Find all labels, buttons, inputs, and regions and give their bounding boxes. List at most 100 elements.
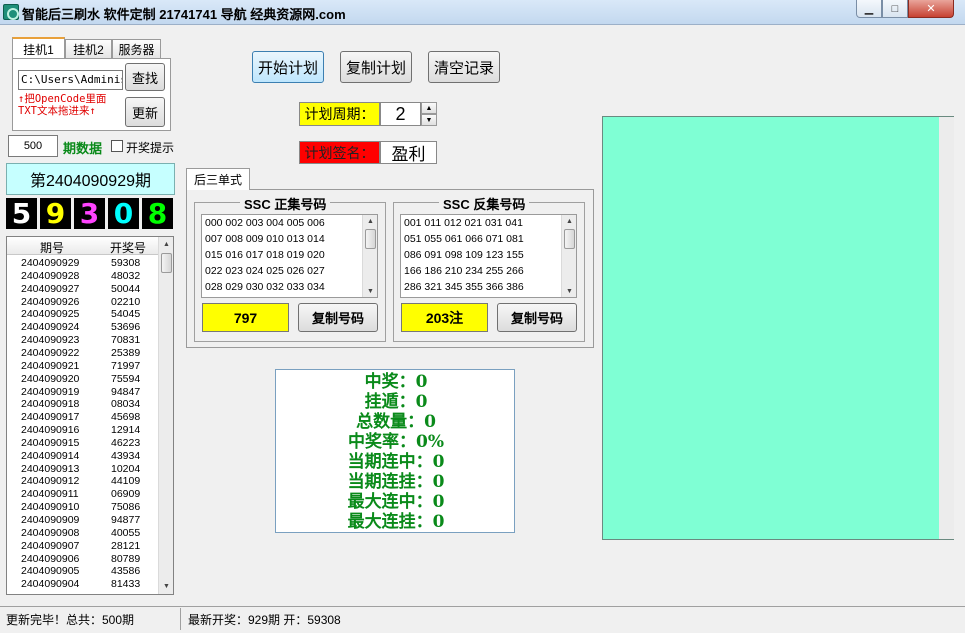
draw-notify-checkbox[interactable]: [111, 140, 123, 152]
period-count-input[interactable]: 500: [8, 135, 58, 157]
tab-hangup-1[interactable]: 挂机1: [12, 37, 65, 59]
history-row[interactable]: 2404090918 08034: [7, 398, 159, 411]
history-row[interactable]: 2404090912 44109: [7, 475, 159, 488]
history-row[interactable]: 2404090911 06909: [7, 488, 159, 501]
tab-server[interactable]: 服务器: [112, 39, 161, 59]
history-number-cell: 02210: [111, 295, 141, 308]
plan-cycle-input[interactable]: 2: [380, 102, 421, 126]
history-row[interactable]: 2404090925 54045: [7, 308, 159, 321]
history-issue-cell: 2404090923: [21, 334, 80, 347]
history-issue-cell: 2404090926: [21, 295, 80, 308]
positive-scrollbar[interactable]: ▲ ▼: [362, 215, 377, 297]
scroll-down-icon[interactable]: ▼: [159, 579, 173, 594]
plan-sign-input[interactable]: 盈利: [380, 141, 437, 164]
copy-positive-button[interactable]: 复制号码: [298, 303, 378, 332]
history-row[interactable]: 2404090923 70831: [7, 334, 159, 347]
negative-scrollbar[interactable]: ▲ ▼: [561, 215, 576, 297]
history-issue-cell: 2404090911: [21, 488, 79, 501]
history-issue-cell: 2404090906: [21, 552, 80, 565]
history-row[interactable]: 2404090922 25389: [7, 347, 159, 360]
scroll-thumb[interactable]: [161, 253, 172, 273]
history-number-cell: 70831: [111, 334, 141, 347]
history-issue-cell: 2404090917: [21, 411, 80, 424]
history-row[interactable]: 2404090926 02210: [7, 296, 159, 309]
history-row[interactable]: 2404090909 94877: [7, 514, 159, 527]
history-row[interactable]: 2404090916 12914: [7, 424, 159, 437]
history-row[interactable]: 2404090905 43586: [7, 565, 159, 578]
history-row[interactable]: 2404090917 45698: [7, 411, 159, 424]
history-row[interactable]: 2404090906 80789: [7, 553, 159, 566]
history-row[interactable]: 2404090913 10204: [7, 463, 159, 476]
scroll-down-icon[interactable]: ▼: [562, 285, 576, 297]
positive-set-title: SSC 正集号码: [240, 194, 331, 213]
draw-notify-label[interactable]: 开奖提示: [126, 139, 174, 156]
negative-number-list[interactable]: 001 011 012 021 031 041 051 055 061 066 …: [400, 214, 577, 298]
history-row[interactable]: 2404090920 75594: [7, 373, 159, 386]
history-row[interactable]: 2404090904 81433: [7, 578, 159, 591]
history-number-cell: 45698: [111, 411, 141, 424]
plan-cycle-label: 计划周期：: [299, 102, 380, 126]
positive-number-list[interactable]: 000 002 003 004 005 006 007 008 009 010 …: [201, 214, 378, 298]
history-list[interactable]: 期号 开奖号 2404090929 59308 2404090928 48032 240…: [6, 236, 174, 595]
history-row[interactable]: 2404090907 28121: [7, 540, 159, 553]
history-number-cell: 28121: [111, 539, 141, 552]
plan-sign-label: 计划签名：: [299, 141, 380, 164]
history-number-cell: 50044: [111, 282, 141, 295]
scroll-up-icon[interactable]: ▲: [562, 215, 576, 227]
plan-output-area[interactable]: [602, 116, 954, 540]
scroll-thumb[interactable]: [365, 229, 376, 249]
history-row[interactable]: 2404090914 43934: [7, 450, 159, 463]
scroll-thumb[interactable]: [564, 229, 575, 249]
start-plan-button[interactable]: 开始计划: [252, 51, 324, 83]
minimize-button[interactable]: ▁: [856, 0, 882, 18]
history-row[interactable]: 2404090929 59308: [7, 257, 159, 270]
history-row[interactable]: 2404090915 46223: [7, 437, 159, 450]
stat-losses: 挂遁：0: [364, 392, 428, 412]
column-header-number[interactable]: 开奖号: [110, 239, 146, 256]
file-path-input[interactable]: C:\Users\Administ: [18, 70, 123, 90]
current-issue: 第2404090929期: [6, 163, 175, 195]
column-header-issue[interactable]: 期号: [40, 239, 64, 256]
history-issue-cell: 2404090913: [21, 462, 80, 475]
history-scrollbar[interactable]: ▲ ▼: [158, 237, 173, 594]
maximize-button[interactable]: □: [882, 0, 908, 18]
find-button[interactable]: 查找: [125, 63, 165, 91]
history-issue-cell: 2404090924: [21, 321, 80, 334]
spin-up-icon[interactable]: ▲: [421, 102, 437, 114]
history-issue-cell: 2404090914: [21, 449, 80, 462]
history-row[interactable]: 2404090927 50044: [7, 283, 159, 296]
spin-down-icon[interactable]: ▼: [421, 114, 437, 126]
stat-wins: 中奖：0: [364, 372, 428, 392]
history-issue-cell: 2404090916: [21, 424, 80, 437]
history-number-cell: 81433: [111, 578, 141, 591]
statistics-panel: 中奖：0 挂遁：0 总数量：0 中奖率：0% 当期连中：0 当期连挂：0 最大连…: [275, 369, 515, 533]
scroll-up-icon[interactable]: ▲: [159, 237, 173, 252]
clear-records-button[interactable]: 清空记录: [428, 51, 500, 83]
copy-negative-button[interactable]: 复制号码: [497, 303, 577, 332]
history-number-cell: 71997: [111, 359, 141, 372]
history-row[interactable]: 2404090908 40055: [7, 527, 159, 540]
history-row[interactable]: 2404090910 75086: [7, 501, 159, 514]
scroll-up-icon[interactable]: ▲: [363, 215, 377, 227]
history-number-cell: 48032: [111, 269, 141, 282]
close-button[interactable]: ✕: [908, 0, 954, 18]
history-row[interactable]: 2404090924 53696: [7, 321, 159, 334]
tab-last-three-single[interactable]: 后三单式: [186, 168, 250, 190]
scroll-down-icon[interactable]: ▼: [363, 285, 377, 297]
draw-digit: 8: [142, 197, 173, 230]
history-issue-cell: 2404090909: [21, 514, 80, 526]
tab-hangup-2[interactable]: 挂机2: [65, 39, 112, 59]
negative-line: 086 091 098 109 123 155: [404, 249, 524, 261]
history-row[interactable]: 2404090928 48032: [7, 270, 159, 283]
history-row[interactable]: 2404090921 71997: [7, 360, 159, 373]
status-bar: [0, 606, 965, 633]
stat-current-loss-streak: 当期连挂：0: [347, 472, 445, 492]
plan-output-scrollbar[interactable]: [939, 117, 954, 539]
copy-plan-button[interactable]: 复制计划: [340, 51, 412, 83]
history-issue-cell: 2404090929: [21, 257, 80, 269]
update-button[interactable]: 更新: [125, 97, 165, 127]
history-row[interactable]: 2404090919 94847: [7, 386, 159, 399]
history-header: 期号 开奖号: [7, 237, 159, 255]
negative-line: 051 055 061 066 071 081: [404, 233, 524, 245]
history-number-cell: 44109: [111, 475, 141, 488]
